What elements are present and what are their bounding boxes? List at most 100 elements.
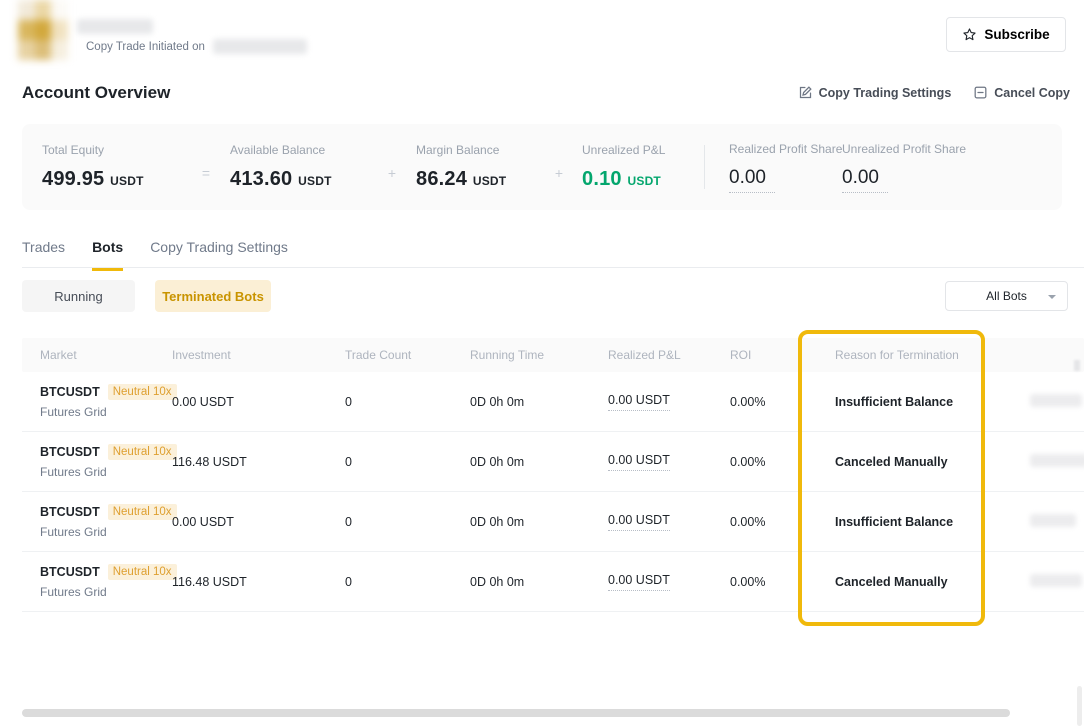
roi-cell: 0.00% bbox=[730, 575, 835, 589]
chevron-down-icon bbox=[1048, 295, 1056, 299]
trade-count-cell: 0 bbox=[345, 395, 470, 409]
table-row: BTCUSDT Neutral 10x Futures Grid 0.00 US… bbox=[22, 372, 1084, 432]
bot-type: Futures Grid bbox=[40, 525, 172, 539]
running-time-cell: 0D 0h 0m bbox=[470, 515, 608, 529]
market-symbol: BTCUSDT bbox=[40, 445, 100, 459]
available-balance-unit: USDT bbox=[298, 174, 331, 188]
col-roi: ROI bbox=[730, 348, 835, 362]
bots-dropdown-value: All Bots bbox=[986, 289, 1027, 303]
col-market: Market bbox=[40, 348, 172, 362]
margin-balance-value: 86.24 bbox=[416, 168, 467, 190]
table-header-row: Market Investment Trade Count Running Ti… bbox=[22, 338, 1084, 372]
realized-profit-share: Realized Profit Share 0.00 bbox=[707, 142, 840, 193]
total-equity-value: 499.95 bbox=[42, 168, 104, 190]
action-redacted[interactable] bbox=[1030, 574, 1082, 587]
market-cell[interactable]: BTCUSDT Neutral 10x Futures Grid bbox=[40, 444, 172, 479]
margin-balance-unit: USDT bbox=[473, 174, 506, 188]
margin-balance: Margin Balance 86.24 USDT bbox=[416, 143, 536, 191]
unrealized-pnl-value: 0.10 bbox=[582, 168, 622, 190]
total-equity: Total Equity 499.95 USDT bbox=[42, 143, 182, 191]
subscribe-button[interactable]: Subscribe bbox=[946, 17, 1066, 52]
trader-avatar[interactable] bbox=[18, 0, 68, 60]
investment-cell: 116.48 USDT bbox=[172, 455, 345, 469]
market-cell[interactable]: BTCUSDT Neutral 10x Futures Grid bbox=[40, 564, 172, 599]
termination-reason-cell: Canceled Manually bbox=[835, 575, 1000, 589]
equals-operator: = bbox=[182, 153, 230, 181]
unrealized-profit-share-label: Unrealized Profit Share bbox=[842, 142, 966, 156]
col-investment: Investment bbox=[172, 348, 345, 362]
equity-divider bbox=[704, 145, 705, 189]
cancel-copy-button[interactable]: Cancel Copy bbox=[973, 85, 1070, 100]
unrealized-pnl-label: Unrealized P&L bbox=[582, 143, 702, 157]
copy-trading-settings-label: Copy Trading Settings bbox=[819, 86, 952, 100]
table-row: BTCUSDT Neutral 10x Futures Grid 116.48 … bbox=[22, 552, 1084, 612]
page-title: Account Overview bbox=[22, 83, 170, 103]
termination-reason-cell: Canceled Manually bbox=[835, 455, 1000, 469]
market-symbol: BTCUSDT bbox=[40, 505, 100, 519]
action-redacted[interactable] bbox=[1030, 394, 1082, 407]
investment-cell: 116.48 USDT bbox=[172, 575, 345, 589]
table-row: BTCUSDT Neutral 10x Futures Grid 0.00 US… bbox=[22, 492, 1084, 552]
realized-pnl-cell: 0.00 USDT bbox=[608, 393, 670, 411]
realized-pnl-cell: 0.00 USDT bbox=[608, 513, 670, 531]
col-reason: Reason for Termination bbox=[835, 348, 1000, 362]
copy-trading-page: Copy Trade Initiated on Subscribe Accoun… bbox=[0, 0, 1084, 726]
tabs-divider bbox=[22, 267, 1084, 268]
leverage-badge: Neutral 10x bbox=[108, 504, 177, 520]
total-equity-label: Total Equity bbox=[42, 143, 182, 157]
trader-name-redacted bbox=[77, 19, 153, 34]
col-trade-count: Trade Count bbox=[345, 348, 470, 362]
unrealized-pnl-unit: USDT bbox=[628, 174, 661, 188]
trade-count-cell: 0 bbox=[345, 455, 470, 469]
leverage-badge: Neutral 10x bbox=[108, 564, 177, 580]
col-realized-pnl: Realized P&L bbox=[608, 348, 730, 362]
plus-operator: + bbox=[536, 153, 582, 181]
action-redacted[interactable] bbox=[1030, 514, 1076, 527]
termination-reason-cell: Insufficient Balance bbox=[835, 395, 1000, 409]
available-balance-value: 413.60 bbox=[230, 168, 292, 190]
bot-type: Futures Grid bbox=[40, 405, 172, 419]
bot-type: Futures Grid bbox=[40, 465, 172, 479]
investment-cell: 0.00 USDT bbox=[172, 395, 345, 409]
roi-cell: 0.00% bbox=[730, 515, 835, 529]
terminated-bots-filter-button[interactable]: Terminated Bots bbox=[155, 280, 271, 312]
unrealized-profit-share-value: 0.00 bbox=[842, 167, 888, 193]
investment-cell: 0.00 USDT bbox=[172, 515, 345, 529]
copy-trading-settings-button[interactable]: Copy Trading Settings bbox=[798, 85, 952, 100]
realized-pnl-cell: 0.00 USDT bbox=[608, 573, 670, 591]
trade-count-cell: 0 bbox=[345, 575, 470, 589]
vertical-scrollbar[interactable] bbox=[1077, 686, 1082, 726]
cutoff-column-hint bbox=[1074, 360, 1080, 371]
leverage-badge: Neutral 10x bbox=[108, 384, 177, 400]
trade-count-cell: 0 bbox=[345, 515, 470, 529]
equity-summary-panel: Total Equity 499.95 USDT = Available Bal… bbox=[22, 124, 1062, 210]
available-balance-label: Available Balance bbox=[230, 143, 368, 157]
market-symbol: BTCUSDT bbox=[40, 565, 100, 579]
minus-square-icon bbox=[973, 85, 988, 100]
bot-type: Futures Grid bbox=[40, 585, 172, 599]
running-filter-button[interactable]: Running bbox=[22, 280, 135, 312]
copy-trade-initiated-label: Copy Trade Initiated on bbox=[86, 41, 205, 53]
realized-pnl-cell: 0.00 USDT bbox=[608, 453, 670, 471]
overview-actions: Copy Trading Settings Cancel Copy bbox=[798, 85, 1070, 100]
roi-cell: 0.00% bbox=[730, 395, 835, 409]
roi-cell: 0.00% bbox=[730, 455, 835, 469]
market-cell[interactable]: BTCUSDT Neutral 10x Futures Grid bbox=[40, 504, 172, 539]
margin-balance-label: Margin Balance bbox=[416, 143, 536, 157]
cancel-copy-label: Cancel Copy bbox=[994, 86, 1070, 100]
market-symbol: BTCUSDT bbox=[40, 385, 100, 399]
horizontal-scrollbar[interactable] bbox=[22, 709, 1010, 717]
unrealized-profit-share: Unrealized Profit Share 0.00 bbox=[840, 142, 966, 193]
running-time-cell: 0D 0h 0m bbox=[470, 395, 608, 409]
terminated-bots-table: Market Investment Trade Count Running Ti… bbox=[22, 338, 1084, 612]
col-running-time: Running Time bbox=[470, 348, 608, 362]
realized-profit-share-value: 0.00 bbox=[729, 167, 775, 193]
action-redacted[interactable] bbox=[1030, 454, 1084, 467]
plus-operator: + bbox=[368, 153, 416, 181]
bots-type-dropdown[interactable]: All Bots bbox=[945, 281, 1068, 311]
running-time-cell: 0D 0h 0m bbox=[470, 575, 608, 589]
leverage-badge: Neutral 10x bbox=[108, 444, 177, 460]
market-cell[interactable]: BTCUSDT Neutral 10x Futures Grid bbox=[40, 384, 172, 419]
star-icon bbox=[962, 27, 977, 42]
copy-trade-initiated-line: Copy Trade Initiated on bbox=[86, 39, 307, 54]
